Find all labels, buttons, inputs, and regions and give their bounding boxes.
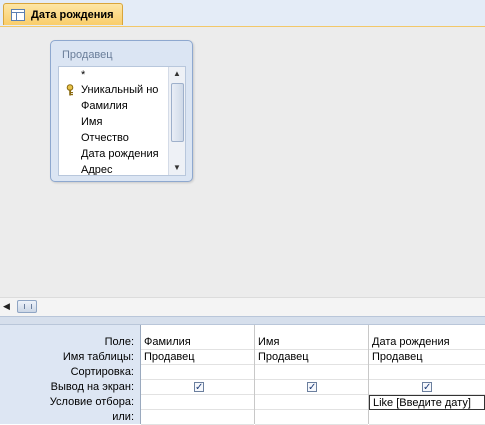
field-label: Адрес [81,164,113,176]
field-label: Отчество [81,132,129,144]
pane-splitter[interactable] [0,316,485,325]
or-cell[interactable] [369,410,485,425]
criteria-cell[interactable] [141,395,254,410]
query-design-grid: Поле: Имя таблицы: Сортировка: Вывод на … [0,325,485,425]
field-list-scrollbar[interactable]: ▲ ▼ [168,67,185,175]
table-cell[interactable]: Продавец [369,350,485,365]
row-label-show: Вывод на экран: [50,381,134,393]
sort-cell[interactable] [369,365,485,380]
scroll-left-icon[interactable]: ◀ [3,301,10,312]
table-box-title[interactable]: Продавец [62,49,113,61]
field-item-birthdate[interactable]: Дата рождения [59,146,171,162]
row-label-sort: Сортировка: [70,366,134,378]
field-cell[interactable]: Имя [255,335,368,350]
row-label-or: или: [112,411,134,423]
field-label: Дата рождения [81,148,159,160]
field-item-id[interactable]: Уникальный но [59,82,171,98]
sort-cell[interactable] [141,365,254,380]
show-cell [369,380,485,395]
criteria-cell-active[interactable]: Like [Введите дату] [369,395,485,410]
field-label: Фамилия [81,100,128,112]
show-cell [255,380,368,395]
criteria-cell[interactable] [255,395,368,410]
field-item-imya[interactable]: Имя [59,114,171,130]
field-item-otchestvo[interactable]: Отчество [59,130,171,146]
show-checkbox[interactable] [422,380,432,394]
row-label-criteria: Условие отбора: [49,396,134,408]
grid-column-1: Фамилия Продавец [141,325,255,425]
field-label: Уникальный но [81,84,159,96]
scroll-up-icon[interactable]: ▲ [169,67,185,81]
field-item-familiya[interactable]: Фамилия [59,98,171,114]
sort-cell[interactable] [255,365,368,380]
or-cell[interactable] [255,410,368,425]
hscroll-thumb[interactable] [17,300,37,313]
or-cell[interactable] [141,410,254,425]
tab-label: Дата рождения [31,8,114,21]
field-item-address[interactable]: Адрес [59,162,171,176]
field-list: * Уникальный но Фамилия Имя Отчество Дат… [58,66,186,176]
grid-column-2: Имя Продавец [255,325,369,425]
design-area-hscrollbar[interactable]: ◀ [0,297,485,317]
row-label-table: Имя таблицы: [62,351,134,363]
field-label: Имя [81,116,103,128]
tab-query-birthdate[interactable]: Дата рождения [3,3,123,25]
query-table-icon [11,8,25,21]
scroll-thumb[interactable] [171,83,184,142]
scroll-down-icon[interactable]: ▼ [169,161,185,175]
table-field-list-prodavec[interactable]: Продавец * Уникальный но Фамилия Имя Отч… [50,40,193,182]
primary-key-icon [66,84,74,96]
field-item-all[interactable]: * [59,67,171,83]
grid-column-3: Дата рождения Продавец Like [Введите дат… [369,325,485,425]
field-cell[interactable]: Фамилия [141,335,254,350]
table-cell[interactable]: Продавец [255,350,368,365]
table-cell[interactable]: Продавец [141,350,254,365]
show-checkbox[interactable] [307,380,317,394]
query-design-area[interactable]: Продавец * Уникальный но Фамилия Имя Отч… [0,27,485,297]
grid-row-labels: Поле: Имя таблицы: Сортировка: Вывод на … [0,325,141,424]
show-checkbox[interactable] [194,380,204,394]
show-cell [141,380,254,395]
field-label: * [81,69,86,81]
document-tab-strip: Дата рождения [0,0,485,27]
row-label-field: Поле: [104,336,134,348]
field-cell[interactable]: Дата рождения [369,335,485,350]
